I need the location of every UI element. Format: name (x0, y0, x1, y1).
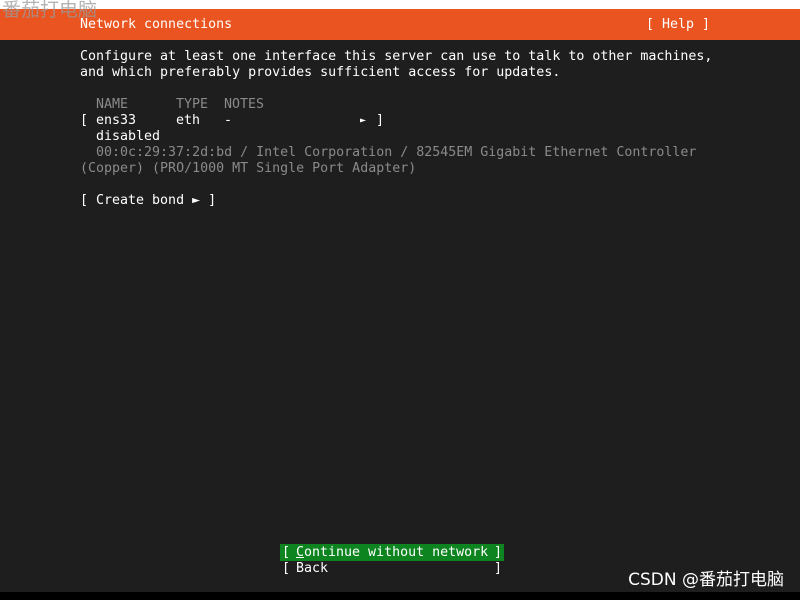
intro-line-1: Configure at least one interface this se… (80, 49, 713, 64)
interface-type: eth (176, 113, 201, 128)
interface-notes: - (224, 113, 233, 128)
button-close-bracket: ] (493, 545, 502, 560)
button-label: Continue without network (296, 544, 488, 561)
column-header-type: TYPE (176, 97, 209, 112)
button-open-bracket: [ (282, 545, 291, 560)
interface-status: disabled (96, 129, 161, 144)
intro-line-2: and which preferably provides sufficient… (80, 65, 561, 80)
button-close-bracket: ] (493, 561, 502, 576)
help-button[interactable]: [ Help ] (646, 17, 710, 33)
continue-without-network-button[interactable]: [ Continue without network ] (280, 544, 504, 561)
interface-detail-line-2: (Copper) (PRO/1000 MT Single Port Adapte… (80, 161, 417, 176)
interface-name: ens33 (96, 113, 137, 128)
watermark-bottom: CSDN @番茄打电脑 (628, 570, 784, 590)
header-bar: Network connections [ Help ] (0, 9, 800, 40)
back-button[interactable]: [ Back ] (280, 561, 504, 577)
installer-screen (0, 0, 800, 592)
button-label: Back (296, 561, 329, 576)
interface-open-bracket: [ (80, 113, 89, 128)
bottom-bar (0, 592, 800, 600)
column-header-notes: NOTES (224, 97, 265, 112)
interface-close-bracket: ] (376, 113, 385, 128)
page-title: Network connections (80, 17, 233, 32)
button-open-bracket: [ (282, 561, 291, 576)
top-strip (0, 0, 800, 9)
button-hotkey: C (296, 545, 305, 560)
interface-detail-line-1: 00:0c:29:37:2d:bd / Intel Corporation / … (96, 145, 697, 160)
button-label-rest: ontinue without network (304, 545, 489, 560)
create-bond-button[interactable]: [ Create bond ► ] (80, 193, 216, 209)
column-header-name: NAME (96, 97, 129, 112)
watermark-top: 番茄打电脑 (2, 0, 98, 21)
submenu-arrow-icon: ► (360, 115, 367, 126)
